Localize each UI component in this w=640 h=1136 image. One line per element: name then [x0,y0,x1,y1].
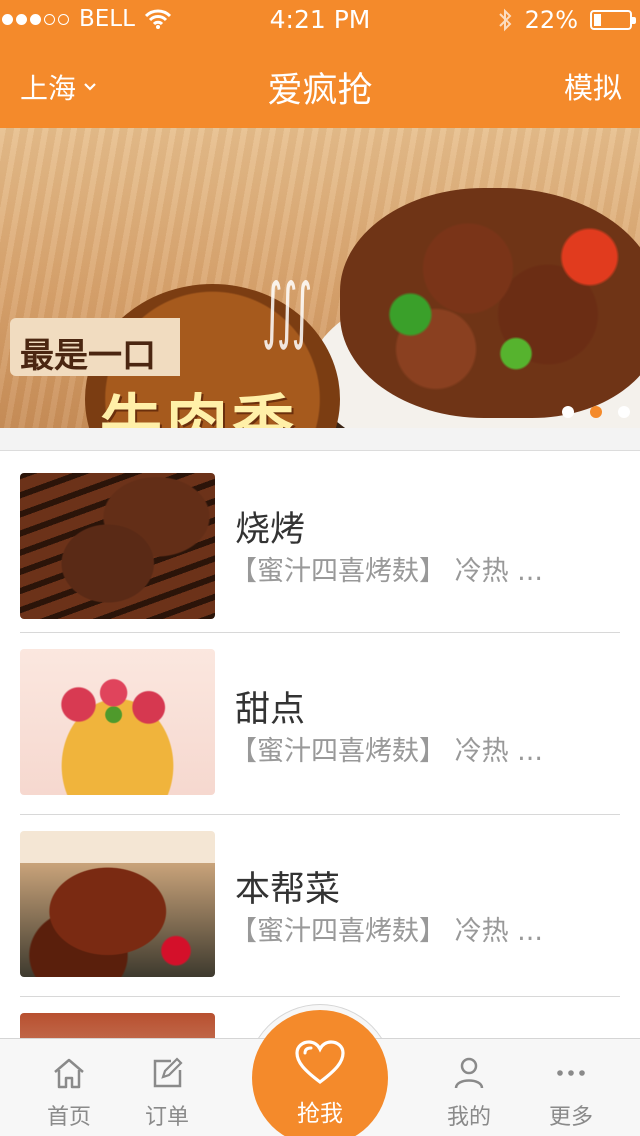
battery-level-fill [594,14,601,26]
tab-mine[interactable]: 我的 [414,1039,524,1136]
item-description: 【蜜汁四喜烤麸】 冷热 ... [230,556,543,587]
bluetooth-icon [498,8,512,32]
item-title: 甜点 [235,690,306,730]
banner-tagline: 最是一口 [20,336,156,376]
item-description: 【蜜汁四喜烤麸】 冷热 ... [230,916,543,947]
steam-icon: ∫∫∫ [262,269,312,353]
tab-more[interactable]: 更多 [516,1039,626,1136]
tab-label: 订单 [144,1105,189,1130]
item-title: 烧烤 [235,510,306,550]
tab-label: 首页 [46,1105,91,1130]
tab-orders[interactable]: 订单 [112,1039,222,1136]
navigation-bar: 上海 爱疯抢 模拟 [0,40,640,128]
page-dot-active[interactable] [590,406,602,418]
bbq-thumbnail [20,473,215,619]
tab-home[interactable]: 首页 [14,1039,124,1136]
grab-button[interactable]: 抢我 [252,1010,388,1136]
status-right: 22% [497,6,636,34]
grab-label: 抢我 [297,1101,343,1127]
battery-percent: 22% [524,6,578,34]
page-dot[interactable] [618,406,630,418]
banner-headline: 牛肉香 [100,387,299,428]
heart-icon [295,1040,345,1085]
item-title: 本帮菜 [235,870,341,910]
banner-beef-dish-image [340,188,640,418]
home-icon [54,1058,84,1089]
crab-thumbnail [20,831,215,977]
more-dots-icon [557,1070,585,1076]
tab-label: 我的 [446,1105,491,1130]
item-description: 【蜜汁四喜烤麸】 冷热 ... [230,736,543,767]
category-list: 烧烤 【蜜汁四喜烤麸】 冷热 ... 甜点 【蜜汁四喜烤麸】 冷热 ... 本帮… [0,450,640,1050]
page-dot[interactable] [562,406,574,418]
edit-icon [153,1057,183,1088]
simulate-button[interactable]: 模拟 [564,65,622,107]
banner-page-indicator[interactable] [562,406,630,418]
user-icon [454,1057,484,1089]
tab-label: 更多 [548,1105,593,1130]
status-bar: BELL 4:21 PM 22% [0,0,640,40]
dessert-thumbnail [20,649,215,795]
list-item-dessert[interactable]: 甜点 【蜜汁四喜烤麸】 冷热 ... [0,633,640,815]
battery-icon [590,10,636,30]
promo-banner[interactable]: ∫∫∫ 最是一口 牛肉香 [0,128,640,428]
page-title: 爱疯抢 [267,71,373,111]
list-item-local-cuisine[interactable]: 本帮菜 【蜜汁四喜烤麸】 冷热 ... [0,815,640,997]
list-item-bbq[interactable]: 烧烤 【蜜汁四喜烤麸】 冷热 ... [0,451,640,633]
